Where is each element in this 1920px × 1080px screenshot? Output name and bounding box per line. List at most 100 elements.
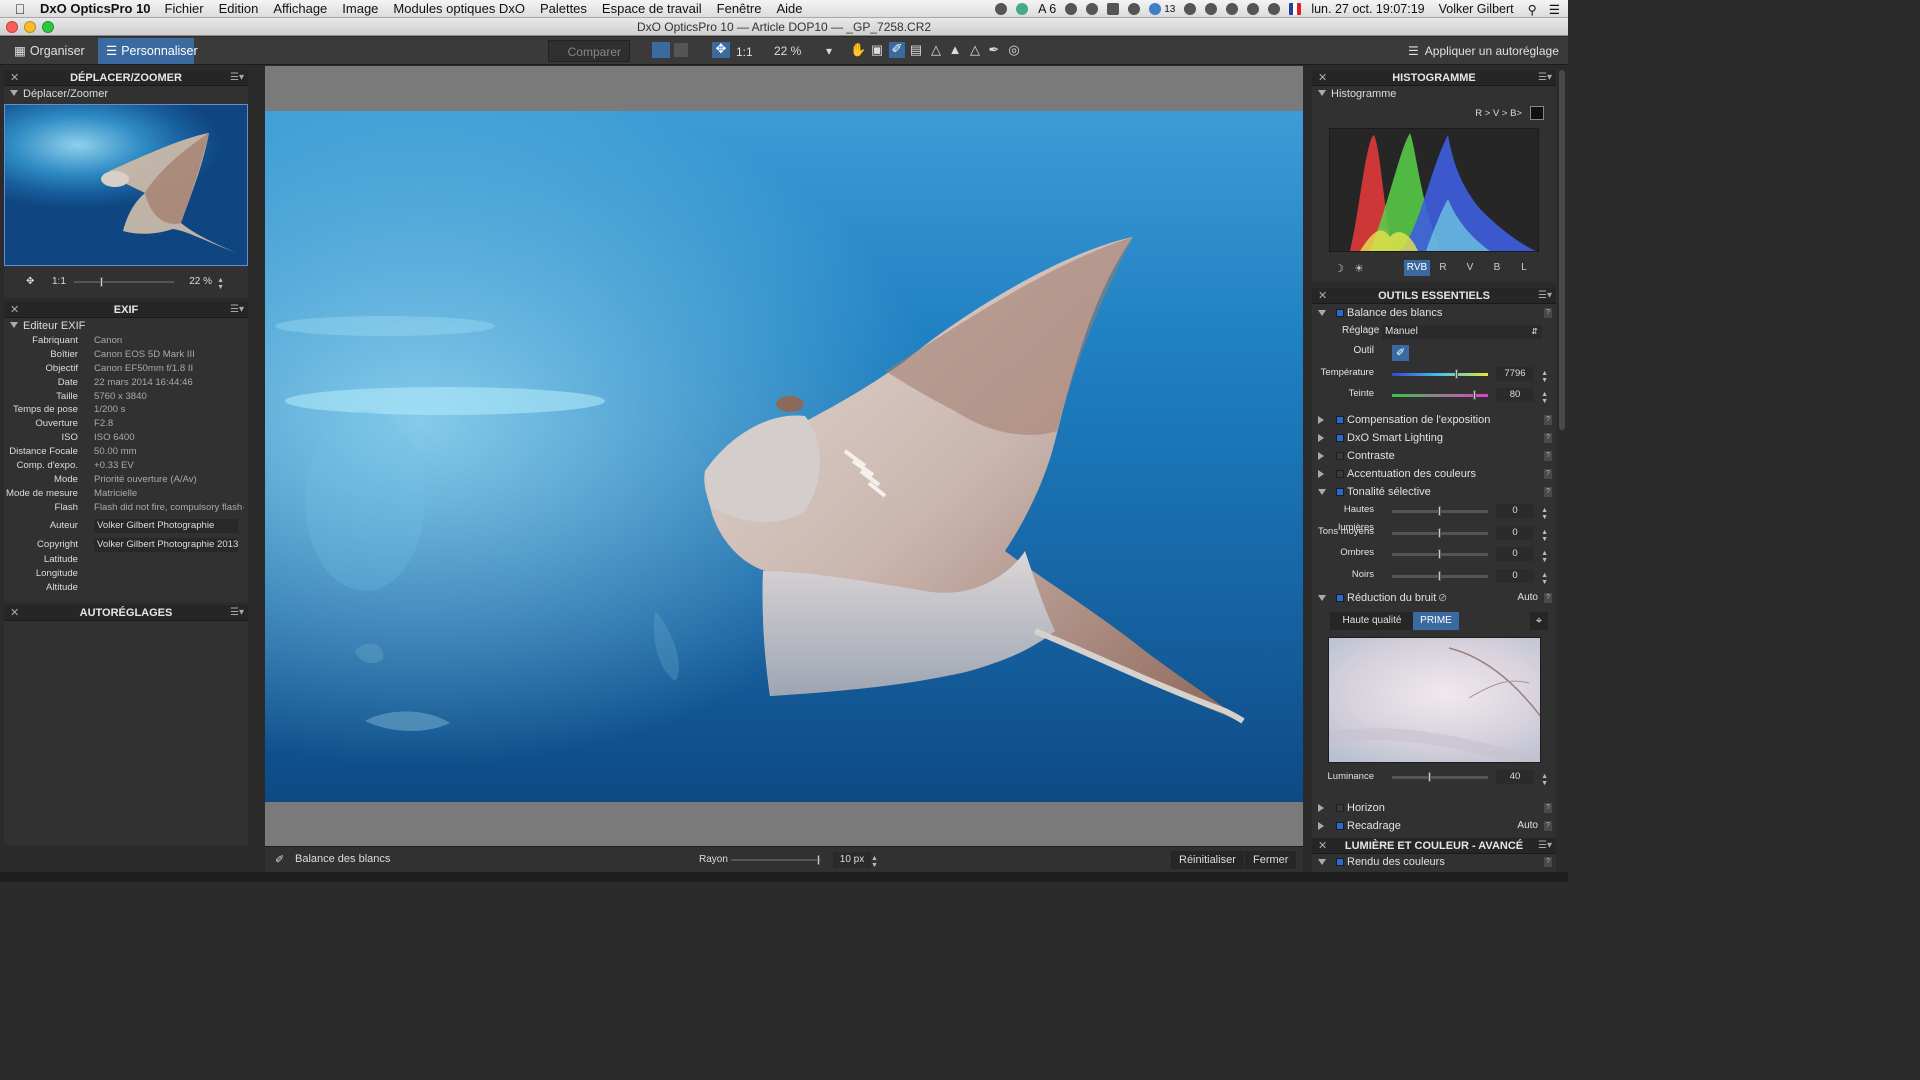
tone-thumb[interactable] — [1438, 527, 1441, 538]
exif-value[interactable]: Canon EF50mm f/1.8 II — [94, 362, 244, 376]
exif-value[interactable]: 50.00 mm — [94, 445, 244, 459]
flag-fr-icon[interactable] — [1289, 3, 1302, 15]
target-icon[interactable]: ⌖ — [1530, 612, 1548, 630]
radius-thumb[interactable] — [817, 855, 820, 865]
luminance-value[interactable]: 40 — [1496, 770, 1534, 784]
collapsed-tool[interactable]: Contraste? — [1312, 447, 1556, 465]
sun-icon[interactable]: ☀ — [1354, 262, 1364, 275]
bell-icon[interactable] — [1065, 3, 1078, 15]
fit-icon[interactable]: ✥ — [26, 270, 34, 294]
right-scrollbar[interactable] — [1558, 70, 1566, 844]
exif-value[interactable]: 1/200 s — [94, 403, 244, 417]
channel-b[interactable]: B — [1486, 260, 1508, 276]
enable-checkbox[interactable] — [1336, 309, 1344, 317]
stepper-icon[interactable]: ▲ ▼ — [1541, 507, 1548, 521]
collapsed-tool[interactable]: Accentuation des couleurs? — [1312, 465, 1556, 483]
nav-zoom-slider[interactable] — [74, 277, 174, 287]
wifi-icon[interactable] — [1268, 3, 1281, 15]
luminance-thumb[interactable] — [1428, 772, 1431, 782]
noise-preview[interactable] — [1328, 637, 1541, 763]
customize-tab[interactable]: ☰ Personnaliser — [98, 38, 198, 64]
tone-thumb[interactable] — [1438, 506, 1441, 516]
enable-checkbox[interactable] — [1336, 822, 1344, 830]
close-tool-button[interactable]: Fermer — [1245, 851, 1297, 869]
histogram-sub[interactable]: Histogramme — [1312, 86, 1556, 102]
eyedropper-icon[interactable]: ✐ — [889, 42, 905, 58]
menu-image[interactable]: Image — [342, 1, 378, 16]
stepper-icon[interactable]: ▲ ▼ — [217, 277, 224, 291]
stepper-icon[interactable]: ▲ ▼ — [1541, 391, 1548, 405]
clock[interactable]: lun. 27 oct. 19:07:19 — [1311, 2, 1424, 16]
exif-value[interactable]: Flash did not fire, compulsory flash··· — [94, 501, 244, 515]
tool-horizon[interactable]: Horizon? — [1312, 799, 1556, 817]
tone-thumb[interactable] — [1438, 570, 1441, 581]
menu-modules-optiques[interactable]: Modules optiques DxO — [393, 1, 525, 16]
eye-hidden-icon[interactable]: ⊘ — [1438, 587, 1447, 609]
menu-palettes[interactable]: Palettes — [540, 1, 587, 16]
tint-thumb[interactable] — [1473, 390, 1476, 400]
close-panel-icon[interactable]: ✕ — [10, 302, 19, 318]
exif-value[interactable]: 22 mars 2014 16:44:46 — [94, 376, 244, 390]
help-icon[interactable]: ? — [1544, 593, 1552, 603]
exif-value[interactable]: ISO 6400 — [94, 431, 244, 445]
tone-thumb[interactable] — [1438, 549, 1441, 559]
app-menu[interactable]: DxO OpticsPro 10 — [40, 1, 151, 16]
menu-affichage[interactable]: Affichage — [273, 1, 327, 16]
menu-fichier[interactable]: Fichier — [165, 1, 204, 16]
help-icon[interactable]: ? — [1544, 857, 1552, 867]
channel-rgb[interactable]: RVB — [1404, 260, 1430, 276]
volume-icon[interactable] — [1247, 3, 1260, 15]
timemachine-icon[interactable] — [1128, 3, 1141, 15]
tool-color-rendering[interactable]: Rendu des couleurs? — [1312, 854, 1556, 870]
help-icon[interactable]: ? — [1544, 803, 1552, 813]
enable-checkbox[interactable] — [1336, 804, 1344, 812]
close-panel-icon[interactable]: ✕ — [1318, 838, 1327, 854]
tool-white-balance[interactable]: Balance des blancs? — [1312, 304, 1556, 322]
panel-menu-icon[interactable]: ☰▾ — [230, 70, 244, 86]
cloud-icon[interactable] — [1149, 3, 1162, 15]
navigator-thumbnail[interactable] — [4, 104, 248, 266]
notification-icon[interactable]: ☰ — [1549, 2, 1560, 17]
panel-menu-icon[interactable]: ☰▾ — [1538, 288, 1552, 304]
enable-checkbox[interactable] — [1336, 594, 1344, 602]
tint-value[interactable]: 80 — [1496, 388, 1534, 402]
user-menu[interactable]: Volker Gilbert — [1439, 2, 1514, 16]
help-icon[interactable]: ? — [1544, 821, 1552, 831]
zoom-window-icon[interactable] — [42, 21, 54, 33]
apple-icon[interactable]:  — [0, 1, 40, 17]
enable-checkbox[interactable] — [1336, 488, 1344, 496]
exif-author-field[interactable]: Volker Gilbert Photographie — [94, 519, 238, 533]
collapsed-tool[interactable]: DxO Smart Lighting? — [1312, 429, 1556, 447]
stepper-icon[interactable]: ▲ ▼ — [1541, 550, 1548, 564]
drive-icon[interactable] — [1086, 3, 1099, 15]
navigator-sub[interactable]: Déplacer/Zoomer — [4, 86, 248, 102]
close-panel-icon[interactable]: ✕ — [10, 70, 19, 86]
wb-setting-select[interactable]: Manuel ⇵ — [1382, 325, 1542, 339]
reset-button[interactable]: Réinitialiser — [1171, 851, 1244, 869]
exif-value[interactable]: Matricielle — [94, 487, 244, 501]
accessibility-icon[interactable] — [1184, 3, 1197, 15]
single-view-icon[interactable] — [652, 42, 670, 58]
menu-aide[interactable]: Aide — [776, 1, 802, 16]
tool-selective-tone[interactable]: Tonalité sélective? — [1312, 483, 1556, 501]
split-view-icon[interactable] — [674, 43, 688, 57]
compare-button[interactable]: Comparer — [548, 40, 630, 62]
prime-button[interactable]: PRIME — [1413, 612, 1459, 630]
enable-checkbox[interactable] — [1336, 416, 1344, 424]
tone-slider[interactable] — [1392, 549, 1488, 559]
crop-icon[interactable]: ▣ — [870, 43, 884, 57]
perspective-icon[interactable]: △ — [929, 43, 943, 57]
moon-icon[interactable]: ☽ — [1334, 262, 1344, 275]
close-panel-icon[interactable]: ✕ — [1318, 288, 1327, 304]
exif-value[interactable]: Canon EOS 5D Mark III — [94, 348, 244, 362]
channel-v[interactable]: V — [1459, 260, 1481, 276]
help-icon[interactable]: ? — [1544, 415, 1552, 425]
scroll-thumb[interactable] — [1559, 70, 1565, 430]
enable-checkbox[interactable] — [1336, 858, 1344, 866]
help-icon[interactable]: ? — [1544, 451, 1552, 461]
tone-value[interactable]: 0 — [1496, 525, 1534, 540]
repair-brush-icon[interactable]: ✒ — [987, 43, 1001, 57]
temperature-thumb[interactable] — [1455, 369, 1458, 379]
help-icon[interactable]: ? — [1544, 433, 1552, 443]
minimize-window-icon[interactable] — [24, 21, 36, 33]
